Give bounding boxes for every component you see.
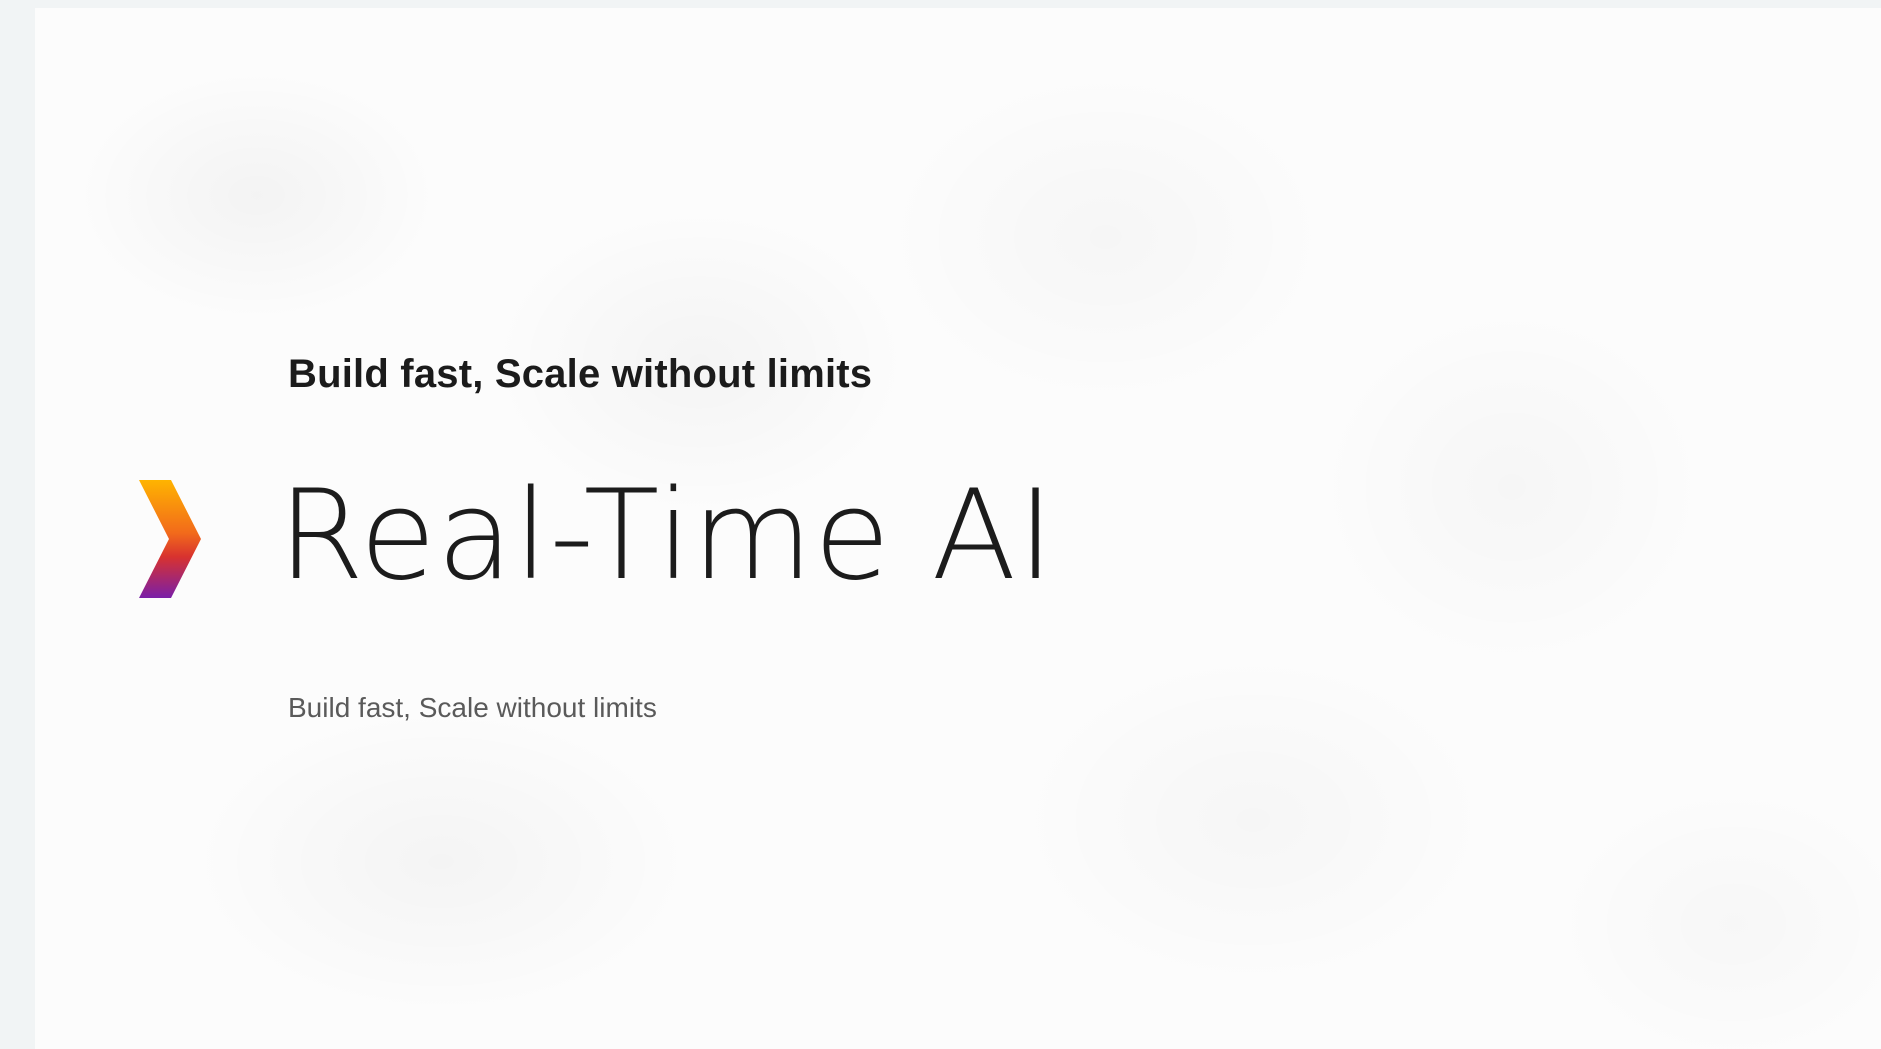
app-frame: Build fast, Scale without limits Real-Ti…: [0, 0, 1881, 1049]
slide-eyebrow: Build fast, Scale without limits: [288, 352, 873, 396]
slide-subtitle: Build fast, Scale without limits: [288, 692, 657, 723]
chevron-logo-icon: [139, 480, 201, 598]
presentation-slide: Build fast, Scale without limits Real-Ti…: [35, 8, 1881, 1049]
slide-headline: Real-Time AI: [278, 464, 1055, 608]
